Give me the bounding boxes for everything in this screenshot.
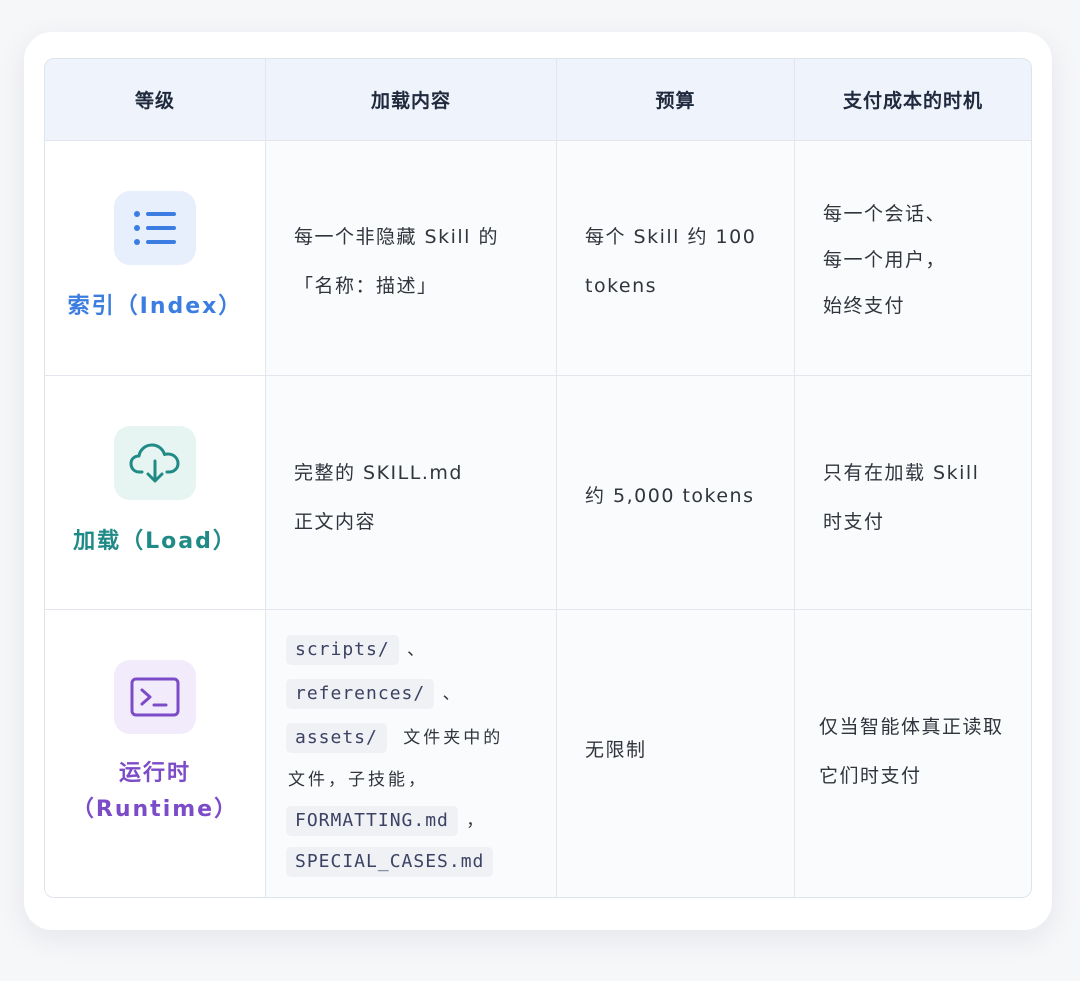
load-budget-line: 约 5,000 tokens: [585, 485, 755, 507]
runtime-budget: 无限制: [557, 610, 795, 897]
index-content: 每一个非隐藏 Skill 的 「名称：描述」: [266, 141, 557, 376]
separator: 、: [442, 684, 463, 704]
level-index: 索引（Index）: [45, 141, 266, 376]
code-formatting: FORMATTING.md: [286, 806, 458, 836]
level-runtime-line2: （Runtime）: [71, 796, 239, 822]
runtime-content: scripts/ 、 references/ 、 assets/ 文件夹中的 文…: [266, 610, 557, 897]
code-special-cases: SPECIAL_CASES.md: [286, 847, 494, 877]
level-load: 加载（Load）: [45, 376, 266, 610]
list-icon: [114, 191, 196, 265]
code-assets: assets/: [286, 723, 387, 753]
index-timing-line: 每一个会话、: [823, 203, 947, 225]
header-level: 等级: [45, 59, 266, 141]
index-timing-line: 始终支付: [823, 295, 906, 317]
runtime-budget-line: 无限制: [585, 739, 647, 761]
runtime-timing: 仅当智能体真正读取 它们时支付: [795, 610, 1031, 897]
index-timing-line: 每一个用户，: [823, 249, 947, 271]
header-content: 加载内容: [266, 59, 557, 141]
level-runtime-label: 运行时 （Runtime）: [72, 756, 238, 828]
separator: ，: [466, 811, 487, 831]
load-timing-line: 只有在加载 Skill: [823, 462, 980, 484]
index-budget-line: 每个 Skill 约 100: [585, 226, 757, 248]
runtime-text: 文件夹中的: [403, 728, 504, 748]
index-budget-line: tokens: [585, 275, 658, 297]
cost-table: 等级 加载内容 预算 支付成本的时机 索引（Index） 每一个非隐藏 Skil…: [44, 58, 1032, 898]
level-runtime-line1: 运行时: [118, 760, 191, 786]
runtime-timing-line: 它们时支付: [819, 765, 922, 787]
load-content-line: 完整的 SKILL.md: [294, 462, 463, 484]
load-content: 完整的 SKILL.md 正文内容: [266, 376, 557, 610]
load-timing: 只有在加载 Skill 时支付: [795, 376, 1031, 610]
index-content-line: 「名称：描述」: [294, 275, 438, 297]
index-timing: 每一个会话、 每一个用户， 始终支付: [795, 141, 1031, 376]
runtime-timing-line: 仅当智能体真正读取: [819, 716, 1004, 738]
header-budget: 预算: [557, 59, 795, 141]
level-runtime: 运行时 （Runtime）: [45, 610, 266, 897]
terminal-icon: [114, 659, 196, 734]
separator: 、: [407, 640, 428, 660]
cloud-download-icon: [114, 425, 196, 500]
load-content-line: 正文内容: [294, 511, 377, 533]
level-load-label: 加载（Load）: [73, 528, 237, 554]
index-budget: 每个 Skill 约 100 tokens: [557, 141, 795, 376]
index-content-line: 每一个非隐藏 Skill 的: [294, 226, 499, 248]
level-index-label: 索引（Index）: [67, 294, 243, 319]
code-references: references/: [286, 679, 435, 709]
code-scripts: scripts/: [286, 635, 399, 665]
load-timing-line: 时支付: [823, 511, 885, 533]
load-budget: 约 5,000 tokens: [557, 376, 795, 610]
runtime-text: 文件，子技能，: [288, 770, 428, 790]
header-timing: 支付成本的时机: [795, 59, 1031, 141]
